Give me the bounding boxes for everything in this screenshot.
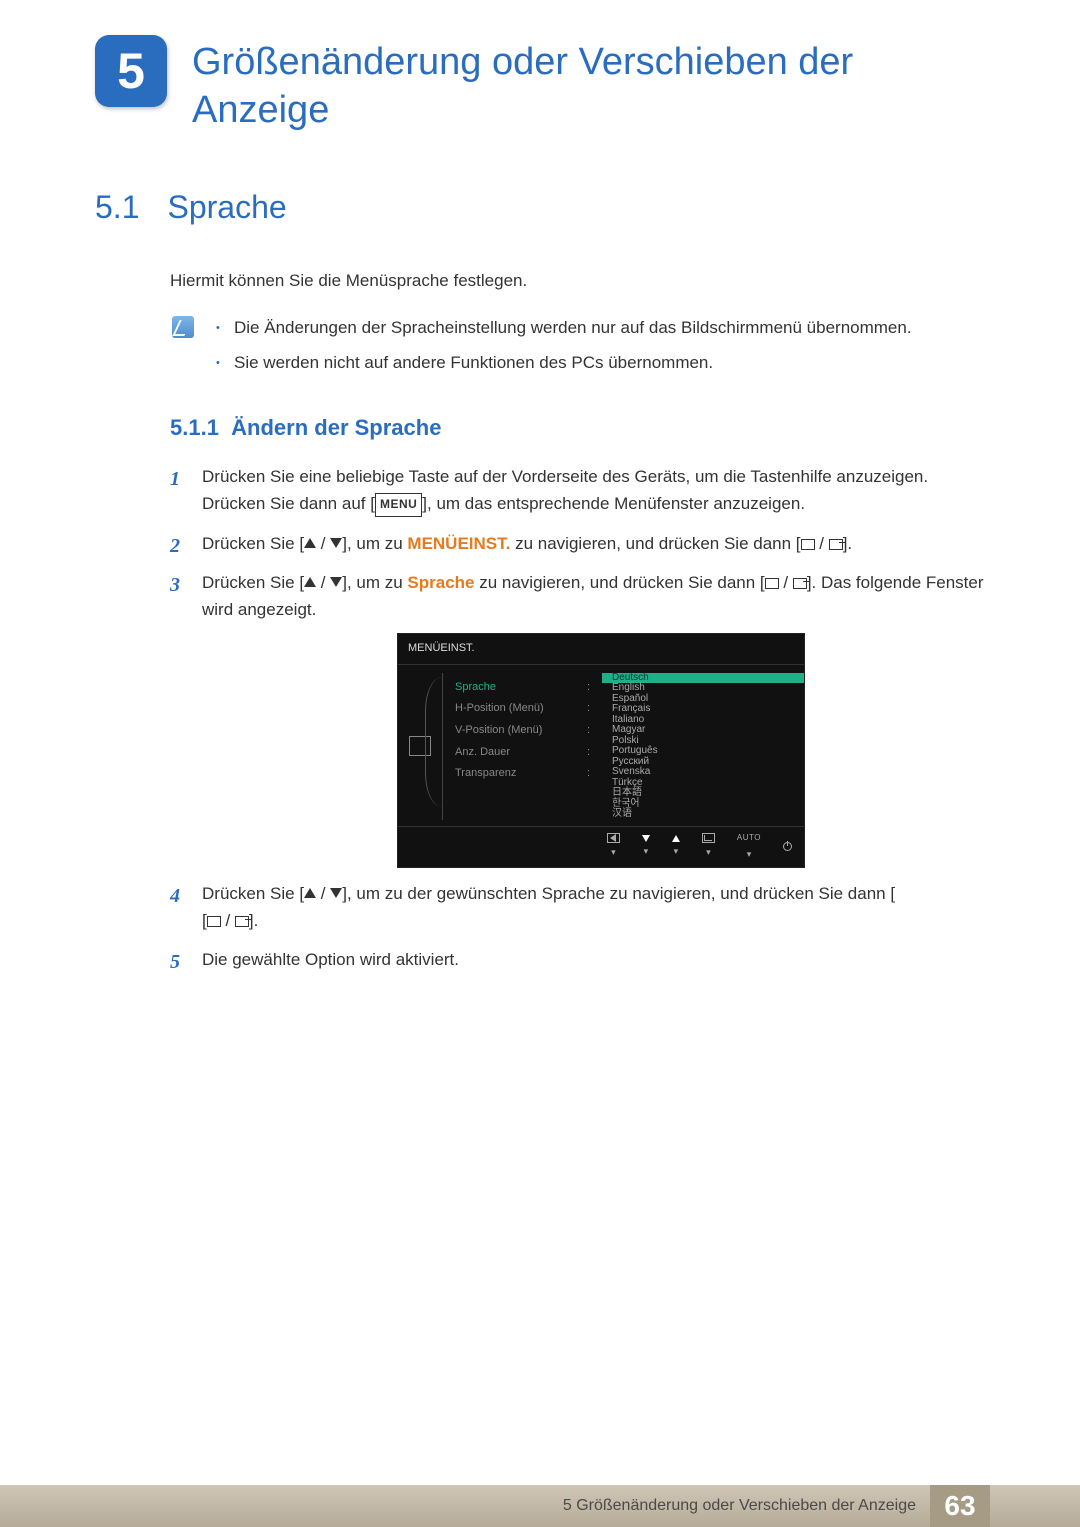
down-arrow-icon xyxy=(330,577,342,587)
section-heading: 5.1 Sprache xyxy=(95,189,990,226)
note-item: Die Änderungen der Spracheinstellung wer… xyxy=(216,316,912,341)
chapter-number-badge: 5 xyxy=(95,35,167,107)
section-number: 5.1 xyxy=(95,189,139,225)
down-arrow-icon xyxy=(330,538,342,548)
note-item: Sie werden nicht auf andere Funktionen d… xyxy=(216,351,912,376)
source-icon xyxy=(801,539,815,550)
sprache-keyword: Sprache xyxy=(407,573,474,592)
source-icon xyxy=(765,578,779,589)
steps-list: Drücken Sie eine beliebige Taste auf der… xyxy=(170,463,990,973)
enter-icon xyxy=(829,539,843,550)
source-icon xyxy=(207,916,221,927)
subsection-title: Ändern der Sprache xyxy=(231,415,441,440)
page-footer: 5 Größenänderung oder Verschieben der An… xyxy=(0,1485,1080,1527)
section-title: Sprache xyxy=(167,189,286,225)
subsection-number: 5.1.1 xyxy=(170,415,219,440)
power-icon xyxy=(783,842,792,851)
note-icon xyxy=(172,316,194,338)
osd-title: MENÜEINST. xyxy=(398,634,804,665)
step-1: Drücken Sie eine beliebige Taste auf der… xyxy=(170,463,990,517)
osd-language-list: Deutsch English Español Français Italian… xyxy=(602,673,804,820)
note-block: Die Änderungen der Spracheinstellung wer… xyxy=(170,316,990,385)
footer-chapter-label: 5 Größenänderung oder Verschieben der An… xyxy=(563,1497,930,1515)
osd-nav-bar: ▾ ▾ ▾ ▾ AUTO▾ xyxy=(398,826,804,867)
menu-button-label: MENU xyxy=(375,493,422,516)
up-arrow-icon xyxy=(304,888,316,898)
enter-icon xyxy=(235,916,249,927)
osd-screenshot: MENÜEINST. Sprache: H-Position (Menü): V… xyxy=(397,633,805,868)
menueinst-keyword: MENÜEINST. xyxy=(407,534,510,553)
enter-icon xyxy=(793,578,807,589)
down-arrow-icon xyxy=(330,888,342,898)
footer-page-number: 63 xyxy=(930,1485,990,1527)
step-5: Die gewählte Option wird aktiviert. xyxy=(170,946,990,973)
osd-menu-list: Sprache: H-Position (Menü): V-Position (… xyxy=(442,673,602,820)
step-3: Drücken Sie [ / ], um zu Sprache zu navi… xyxy=(170,569,990,868)
up-arrow-icon xyxy=(304,538,316,548)
step-2: Drücken Sie [ / ], um zu MENÜEINST. zu n… xyxy=(170,530,990,557)
chapter-header: 5 Größenänderung oder Verschieben der An… xyxy=(95,35,990,134)
section-intro: Hiermit können Sie die Menüsprache festl… xyxy=(170,271,990,291)
up-arrow-icon xyxy=(304,577,316,587)
subsection-heading: 5.1.1 Ändern der Sprache xyxy=(170,415,990,441)
step-4: Drücken Sie [ / ], um zu der gewünschten… xyxy=(170,880,990,934)
chapter-title: Größenänderung oder Verschieben der Anze… xyxy=(192,35,990,134)
